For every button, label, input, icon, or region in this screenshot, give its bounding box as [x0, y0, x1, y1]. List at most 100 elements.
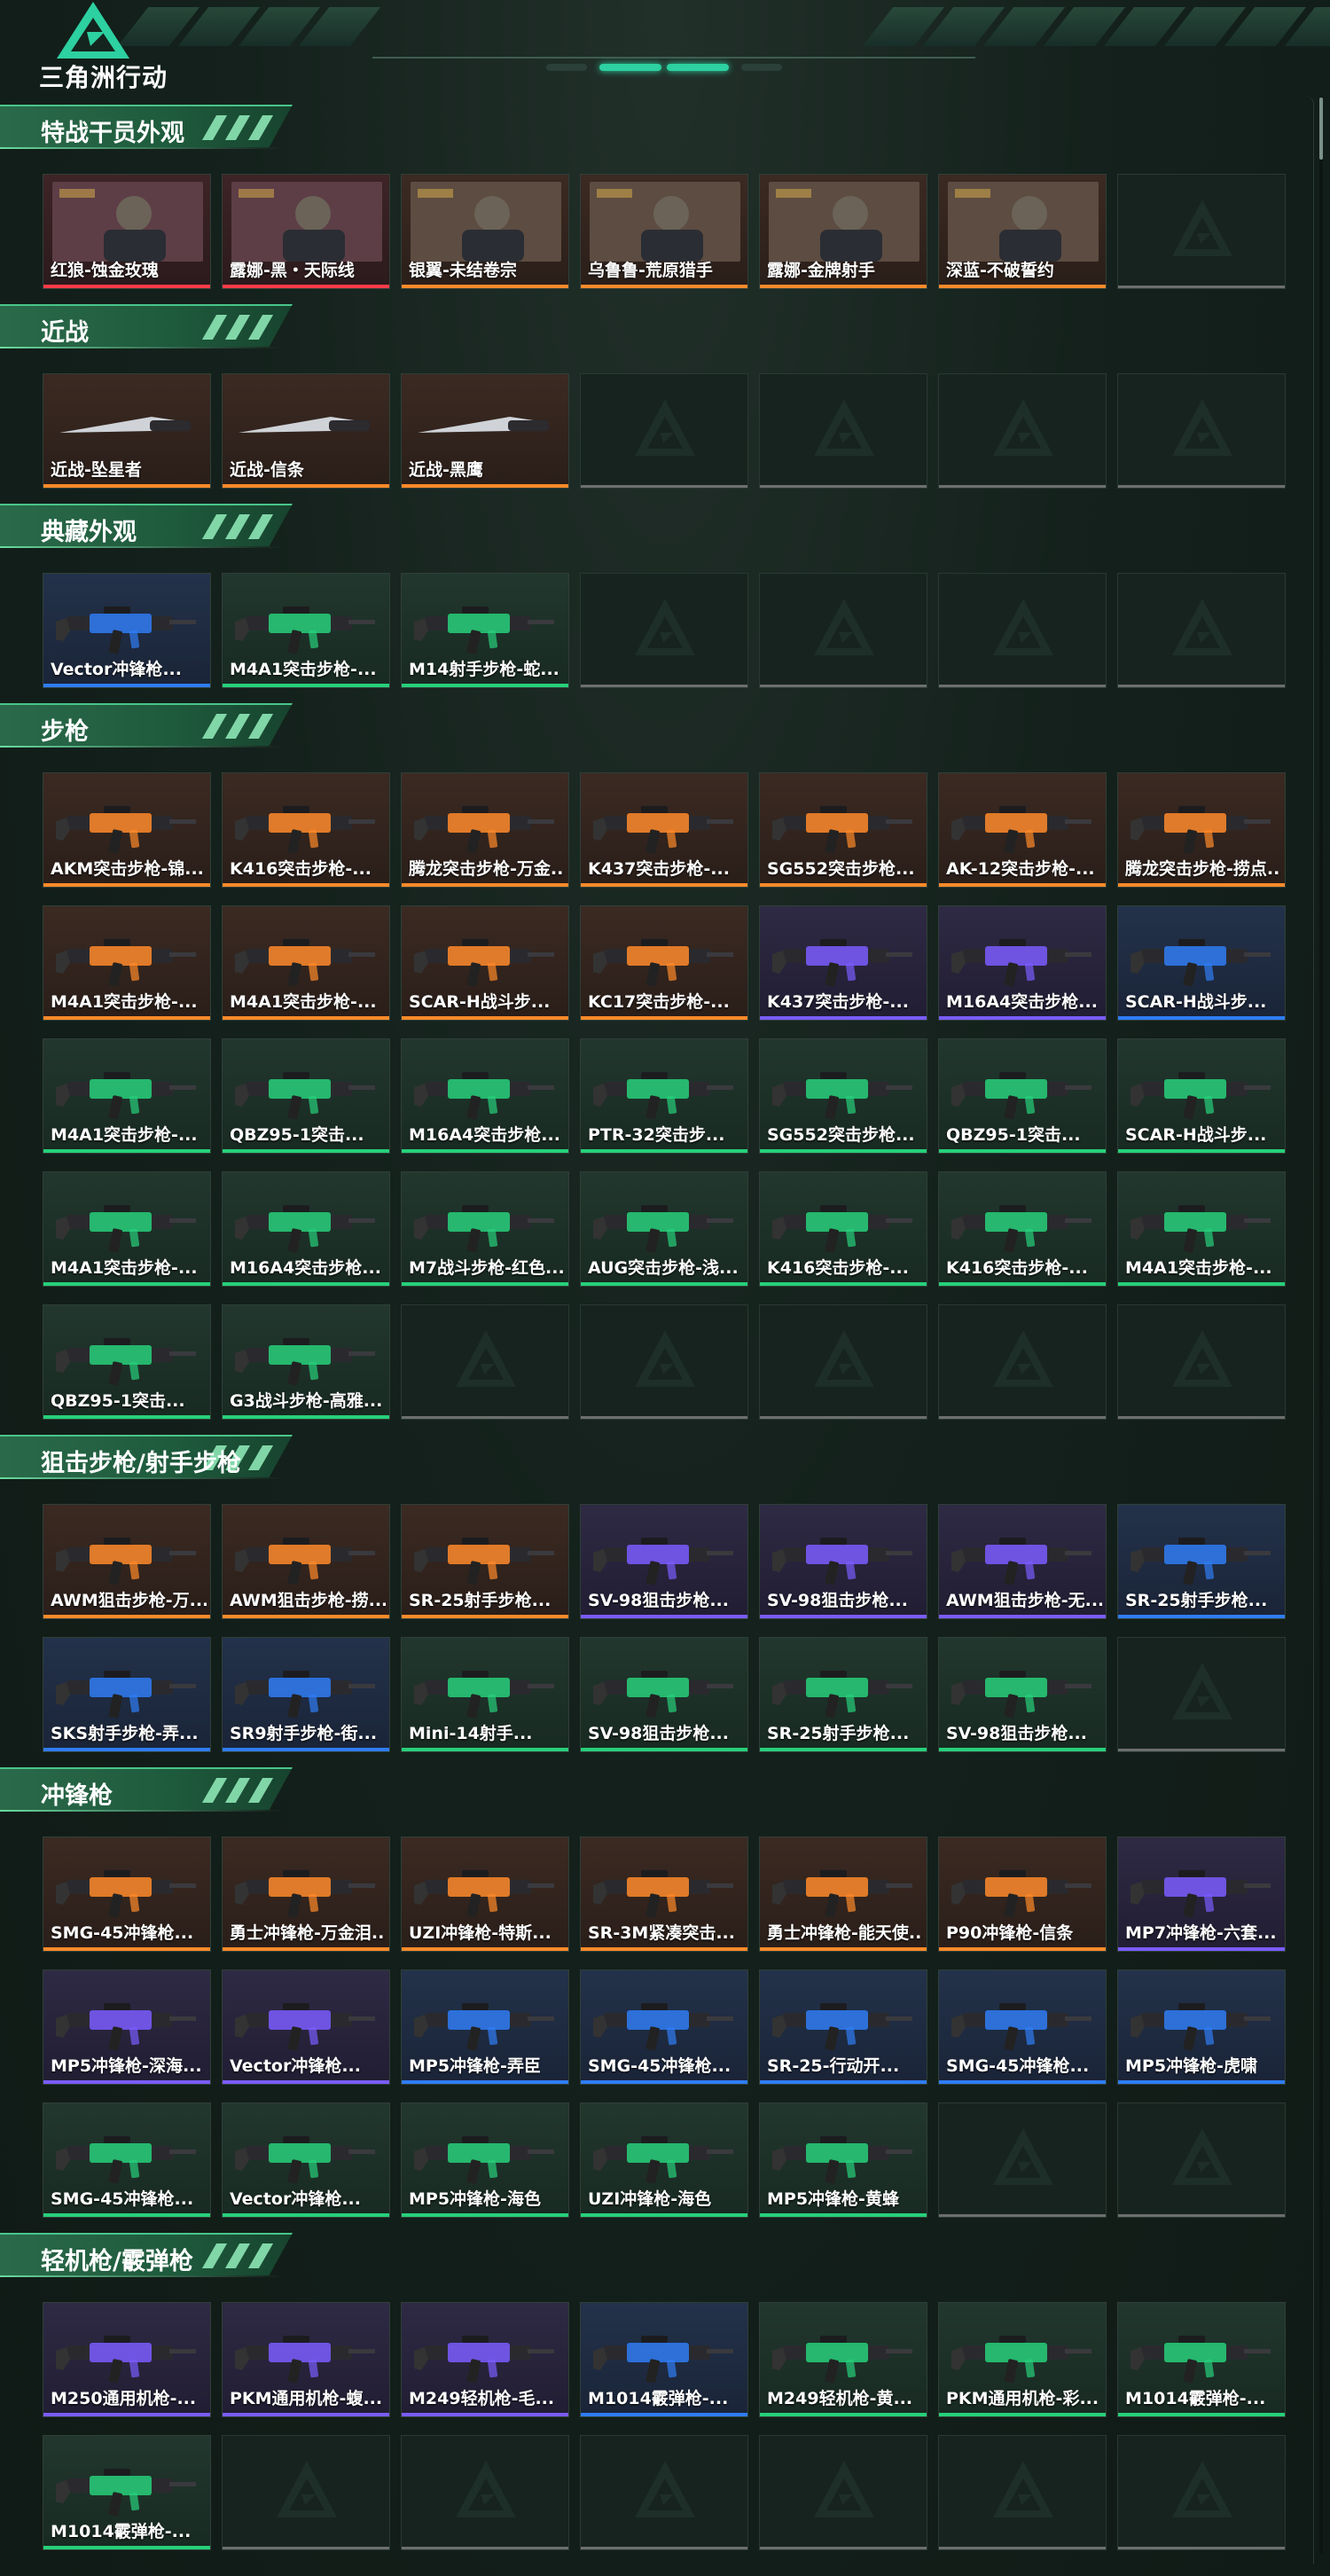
weapon-skin-card[interactable]: PTR-32突击步...	[580, 1038, 748, 1154]
weapon-skin-card[interactable]: SCAR-H战斗步...	[1117, 1038, 1286, 1154]
weapon-skin-card[interactable]: K416突击步枪-...	[759, 1171, 927, 1287]
weapon-skin-card[interactable]: KC17突击步枪-...	[580, 905, 748, 1021]
header-pill-active	[599, 64, 661, 71]
weapon-skin-card[interactable]: K416突击步枪-...	[938, 1171, 1107, 1287]
weapon-skin-card[interactable]: M1014霰弹枪-...	[1117, 2302, 1286, 2417]
weapon-skin-image	[235, 806, 375, 854]
weapon-skin-image	[772, 2136, 912, 2184]
weapon-skin-card[interactable]: SKS射手步枪-弄...	[43, 1637, 211, 1752]
weapon-skin-card[interactable]: PKM通用机枪-蝮...	[222, 2302, 390, 2417]
skin-name-label: PKM通用机枪-彩...	[946, 2389, 1099, 2408]
section-header-banner: 近战	[0, 304, 293, 347]
weapon-skin-image	[1130, 806, 1271, 854]
weapon-skin-card[interactable]: 勇士冲锋枪-万金泪...	[222, 1836, 390, 1952]
empty-slot-card	[759, 573, 927, 688]
operator-skin-card[interactable]: 露娜-金牌射手	[759, 174, 927, 289]
weapon-skin-card[interactable]: 腾龙突击步枪-万金...	[401, 772, 569, 888]
weapon-skin-card[interactable]: AWM狙击步枪-捞...	[222, 1504, 390, 1619]
weapon-skin-card[interactable]: AUG突击步枪-浅...	[580, 1171, 748, 1287]
operator-skin-card[interactable]: 深蓝-不破誓约	[938, 174, 1107, 289]
weapon-skin-card[interactable]: SR-25射手步枪...	[759, 1637, 927, 1752]
weapon-skin-card[interactable]: G3战斗步枪-高雅...	[222, 1304, 390, 1420]
weapon-skin-card[interactable]: M7战斗步枪-红色...	[401, 1171, 569, 1287]
weapon-skin-card[interactable]: M4A1突击步枪-...	[222, 905, 390, 1021]
weapon-skin-card[interactable]: MP7冲锋枪-六套...	[1117, 1836, 1286, 1952]
operator-skin-card[interactable]: 银翼-未结卷宗	[401, 174, 569, 289]
weapon-skin-card[interactable]: P90冲锋枪-信条	[938, 1836, 1107, 1952]
weapon-skin-card[interactable]: SR-3M紧凑突击...	[580, 1836, 748, 1952]
weapon-skin-image	[414, 1870, 554, 1918]
weapon-skin-card[interactable]: AKM突击步枪-锦...	[43, 772, 211, 888]
weapon-skin-card[interactable]: K437突击步枪-...	[759, 905, 927, 1021]
weapon-skin-card[interactable]: M1014霰弹枪-...	[580, 2302, 748, 2417]
weapon-skin-card[interactable]: 近战-信条	[222, 373, 390, 489]
weapon-skin-card[interactable]: 勇士冲锋枪-能天使...	[759, 1836, 927, 1952]
rarity-bar	[760, 2413, 927, 2416]
weapon-skin-card[interactable]: 近战-黑鹰	[401, 373, 569, 489]
weapon-skin-card[interactable]: K416突击步枪-...	[222, 772, 390, 888]
weapon-skin-card[interactable]: PKM通用机枪-彩...	[938, 2302, 1107, 2417]
header-stripes-right	[862, 7, 1330, 46]
scrollbar-thumb[interactable]	[1319, 98, 1323, 160]
weapon-skin-card[interactable]: SR-25射手步枪...	[401, 1504, 569, 1619]
scrollbar[interactable]	[1319, 98, 1323, 2554]
weapon-skin-card[interactable]: SR-25-行动开...	[759, 1969, 927, 2085]
weapon-skin-card[interactable]: K437突击步枪-...	[580, 772, 748, 888]
weapon-skin-card[interactable]: UZI冲锋枪-特斯...	[401, 1836, 569, 1952]
weapon-skin-card[interactable]: M14射手步枪-蛇...	[401, 573, 569, 688]
weapon-skin-card[interactable]: M16A4突击步枪...	[938, 905, 1107, 1021]
weapon-skin-card[interactable]: SCAR-H战斗步...	[1117, 905, 1286, 1021]
weapon-skin-card[interactable]: QBZ95-1突击...	[43, 1304, 211, 1420]
weapon-skin-card[interactable]: SR-25射手步枪...	[1117, 1504, 1286, 1619]
skin-name-label: 腾龙突击步枪-捞点...	[1125, 859, 1281, 879]
weapon-skin-card[interactable]: M4A1突击步枪-...	[1117, 1171, 1286, 1287]
weapon-skin-card[interactable]: M250通用机枪-...	[43, 2302, 211, 2417]
weapon-skin-card[interactable]: M4A1突击步枪-...	[222, 573, 390, 688]
weapon-skin-card[interactable]: M1014霰弹枪-...	[43, 2435, 211, 2550]
weapon-skin-card[interactable]: Mini-14射手...	[401, 1637, 569, 1752]
weapon-skin-card[interactable]: M16A4突击步枪...	[222, 1171, 390, 1287]
weapon-skin-card[interactable]: UZI冲锋枪-海色	[580, 2102, 748, 2218]
rarity-bar	[402, 1615, 568, 1618]
skin-name-label: SKS射手步枪-弄...	[51, 1724, 199, 1743]
weapon-skin-card[interactable]: SV-98狙击步枪...	[580, 1504, 748, 1619]
weapon-skin-card[interactable]: MP5冲锋枪-弄臣	[401, 1969, 569, 2085]
weapon-skin-card[interactable]: SV-98狙击步枪...	[580, 1637, 748, 1752]
weapon-skin-card[interactable]: M249轻机枪-黄...	[759, 2302, 927, 2417]
weapon-skin-card[interactable]: SMG-45冲锋枪...	[43, 2102, 211, 2218]
weapon-skin-card[interactable]: AWM狙击步枪-万...	[43, 1504, 211, 1619]
weapon-skin-card[interactable]: SMG-45冲锋枪...	[580, 1969, 748, 2085]
weapon-skin-card[interactable]: Vector冲锋枪...	[43, 573, 211, 688]
weapon-skin-card[interactable]: MP5冲锋枪-深海...	[43, 1969, 211, 2085]
section-header-banner: 冲锋枪	[0, 1767, 293, 1810]
weapon-skin-card[interactable]: M249轻机枪-毛...	[401, 2302, 569, 2417]
weapon-skin-card[interactable]: MP5冲锋枪-海色	[401, 2102, 569, 2218]
weapon-skin-card[interactable]: SCAR-H战斗步...	[401, 905, 569, 1021]
weapon-skin-card[interactable]: SG552突击步枪...	[759, 1038, 927, 1154]
weapon-skin-card[interactable]: SV-98狙击步枪...	[759, 1504, 927, 1619]
weapon-skin-card[interactable]: M4A1突击步枪-...	[43, 905, 211, 1021]
operator-skin-card[interactable]: 露娜-黑・天际线	[222, 174, 390, 289]
weapon-skin-card[interactable]: AWM狙击步枪-无...	[938, 1504, 1107, 1619]
operator-skin-card[interactable]: 乌鲁鲁-荒原猎手	[580, 174, 748, 289]
weapon-skin-card[interactable]: AK-12突击步枪-...	[938, 772, 1107, 888]
weapon-skin-card[interactable]: SMG-45冲锋枪...	[43, 1836, 211, 1952]
weapon-skin-card[interactable]: 腾龙突击步枪-捞点...	[1117, 772, 1286, 888]
weapon-skin-card[interactable]: Vector冲锋枪...	[222, 2102, 390, 2218]
banner-chevron-icon	[224, 714, 251, 739]
weapon-skin-card[interactable]: MP5冲锋枪-虎啸	[1117, 1969, 1286, 2085]
weapon-skin-card[interactable]: SMG-45冲锋枪...	[938, 1969, 1107, 2085]
weapon-skin-card[interactable]: Vector冲锋枪...	[222, 1969, 390, 2085]
rarity-bar	[760, 2080, 927, 2084]
weapon-skin-card[interactable]: QBZ95-1突击...	[222, 1038, 390, 1154]
weapon-skin-card[interactable]: SR9射手步枪-街...	[222, 1637, 390, 1752]
weapon-skin-card[interactable]: SV-98狙击步枪...	[938, 1637, 1107, 1752]
weapon-skin-card[interactable]: M4A1突击步枪-...	[43, 1038, 211, 1154]
weapon-skin-card[interactable]: MP5冲锋枪-黄蜂	[759, 2102, 927, 2218]
weapon-skin-card[interactable]: 近战-坠星者	[43, 373, 211, 489]
weapon-skin-card[interactable]: SG552突击步枪...	[759, 772, 927, 888]
weapon-skin-card[interactable]: M16A4突击步枪...	[401, 1038, 569, 1154]
weapon-skin-card[interactable]: M4A1突击步枪-...	[43, 1171, 211, 1287]
operator-skin-card[interactable]: 红狼-蚀金玫瑰	[43, 174, 211, 289]
weapon-skin-card[interactable]: QBZ95-1突击...	[938, 1038, 1107, 1154]
